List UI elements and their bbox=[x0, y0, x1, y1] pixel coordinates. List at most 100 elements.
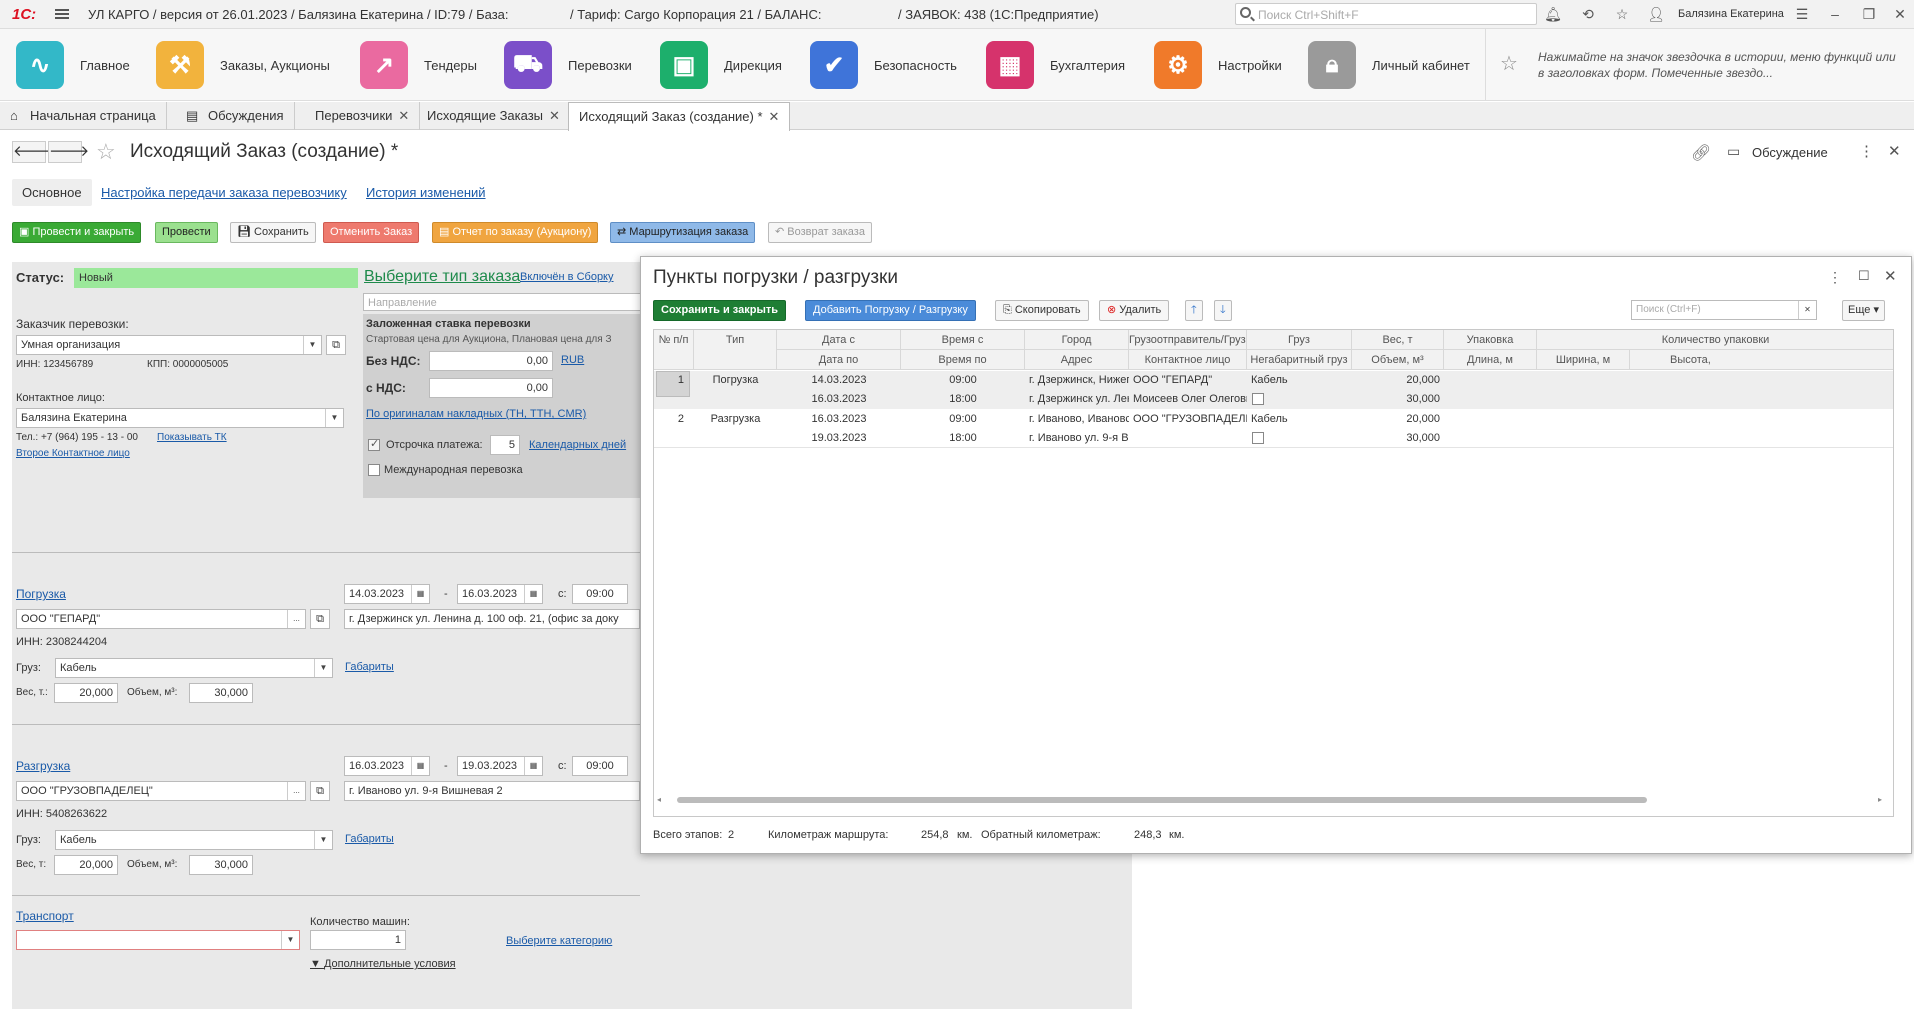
column-header[interactable]: Время по bbox=[901, 350, 1025, 370]
currency-link[interactable]: RUB bbox=[561, 354, 584, 366]
loading-address-input[interactable]: г. Дзержинск ул. Ленина д. 100 оф. 21, (… bbox=[344, 609, 640, 629]
column-header[interactable]: Ширина, м bbox=[1537, 350, 1630, 370]
included-link[interactable]: Включён в Сборку bbox=[520, 271, 614, 283]
column-header[interactable]: № п/п bbox=[654, 330, 694, 370]
history-icon[interactable]: ⟲ bbox=[1579, 5, 1597, 23]
calendar-icon[interactable]: ▦ bbox=[524, 585, 542, 603]
direction-input[interactable]: Направление bbox=[363, 293, 653, 311]
section-accounting[interactable]: ▦ Бухгалтерия bbox=[986, 37, 1125, 93]
no-vat-input[interactable]: 0,00 bbox=[429, 351, 553, 371]
main-menu-icon[interactable] bbox=[55, 7, 69, 21]
unloading-date-from[interactable]: 16.03.2023 ▦ bbox=[344, 756, 430, 776]
chevron-down-icon[interactable]: ▼ bbox=[325, 409, 343, 427]
close-tab-icon[interactable]: ✕ bbox=[398, 108, 409, 123]
chevron-down-icon[interactable]: ▼ bbox=[303, 336, 321, 354]
dimensions-link[interactable]: Габариты bbox=[345, 833, 394, 845]
loading-link[interactable]: Погрузка bbox=[16, 587, 66, 601]
section-security[interactable]: ✔ Безопасность bbox=[810, 37, 957, 93]
add-point-button[interactable]: Добавить Погрузку / Разгрузку bbox=[805, 300, 976, 321]
maximize-icon[interactable]: ☐ bbox=[1858, 268, 1870, 284]
column-header[interactable]: Адрес bbox=[1025, 350, 1129, 370]
column-header[interactable]: Количество упаковки bbox=[1537, 330, 1893, 350]
open-company-icon[interactable]: ⧉ bbox=[310, 781, 330, 801]
unloading-company-select[interactable]: ООО "ГРУЗОВПАДЕЛЕЦ"... bbox=[16, 781, 306, 801]
unloading-date-to[interactable]: 19.03.2023 ▦ bbox=[457, 756, 543, 776]
international-checkbox[interactable] bbox=[368, 464, 380, 476]
settings-lines-icon[interactable]: ☰ bbox=[1793, 5, 1811, 23]
unloading-address-input[interactable]: г. Иваново ул. 9-я Вишневая 2 bbox=[344, 781, 640, 801]
section-settings[interactable]: ⚙ Настройки bbox=[1154, 37, 1282, 93]
close-dialog-icon[interactable]: ✕ bbox=[1884, 267, 1897, 285]
chevron-down-icon[interactable]: ▼ bbox=[314, 659, 332, 677]
column-header[interactable]: Негабаритный груз bbox=[1247, 350, 1352, 370]
loading-volume-input[interactable]: 30,000 bbox=[189, 683, 253, 703]
tab-history[interactable]: История изменений bbox=[366, 185, 486, 200]
column-header[interactable]: Дата по bbox=[777, 350, 901, 370]
show-tk-link[interactable]: Показывать ТК bbox=[157, 432, 227, 443]
calendar-icon[interactable]: ▦ bbox=[411, 585, 429, 603]
post-and-close-button[interactable]: ▣ Провести и закрыть bbox=[12, 222, 142, 243]
transport-link[interactable]: Транспорт bbox=[16, 909, 74, 923]
calendar-icon[interactable]: ▦ bbox=[524, 757, 542, 775]
oversized-checkbox[interactable] bbox=[1252, 393, 1264, 405]
transport-select[interactable]: ▼ bbox=[16, 930, 300, 950]
dialog-search-input[interactable]: Поиск (Ctrl+F) ✕ bbox=[1631, 300, 1817, 320]
discussion-button[interactable]: Обсуждение bbox=[1752, 145, 1828, 160]
horizontal-scrollbar[interactable]: ◂ ▸ bbox=[653, 795, 1888, 805]
column-header[interactable]: Высота, bbox=[1630, 350, 1893, 370]
section-main[interactable]: ∿ Главное bbox=[16, 37, 130, 93]
originals-link[interactable]: По оригиналам накладных (ТН, ТТН, CMR) bbox=[366, 408, 586, 420]
column-header[interactable]: Дата с bbox=[777, 330, 901, 350]
save-and-close-button[interactable]: Сохранить и закрыть bbox=[653, 300, 786, 321]
loading-date-from[interactable]: 14.03.2023 ▦ bbox=[344, 584, 430, 604]
post-button[interactable]: Провести bbox=[155, 222, 218, 243]
contact-select[interactable]: Балязина Екатерина ▼ bbox=[16, 408, 344, 428]
unloading-cargo-select[interactable]: Кабель ▼ bbox=[55, 830, 333, 850]
move-down-button[interactable]: 🡓 bbox=[1214, 300, 1232, 321]
oversized-checkbox[interactable] bbox=[1252, 432, 1264, 444]
close-tab-icon[interactable]: ✕ bbox=[549, 108, 560, 123]
ellipsis-icon[interactable]: ... bbox=[287, 782, 305, 800]
order-report-button[interactable]: ▤ Отчет по заказу (Аукциону) bbox=[432, 222, 599, 243]
loading-weight-input[interactable]: 20,000 bbox=[54, 683, 118, 703]
choose-category-link[interactable]: Выберите категорию bbox=[506, 935, 612, 947]
section-orders[interactable]: ⚒ Заказы, Аукционы bbox=[156, 37, 330, 93]
calendar-days-link[interactable]: Календарных дней bbox=[529, 439, 626, 451]
section-cabinet[interactable]: 🔒︎ Личный кабинет bbox=[1308, 37, 1470, 93]
scroll-left-icon[interactable]: ◂ bbox=[657, 795, 661, 804]
tab-carriers[interactable]: Перевозчики ✕ bbox=[305, 102, 421, 130]
calendar-icon[interactable]: ▦ bbox=[411, 757, 429, 775]
loading-company-select[interactable]: ООО "ГЕПАРД"... bbox=[16, 609, 306, 629]
column-header[interactable]: Груз bbox=[1247, 330, 1352, 350]
more-menu-icon[interactable]: ⋮ bbox=[1859, 142, 1874, 160]
vat-input[interactable]: 0,00 bbox=[429, 378, 553, 398]
column-header[interactable]: Город bbox=[1025, 330, 1129, 350]
second-contact-link[interactable]: Второе Контактное лицо bbox=[16, 448, 130, 459]
open-company-icon[interactable]: ⧉ bbox=[310, 609, 330, 629]
unloading-time[interactable]: 09:00 bbox=[572, 756, 628, 776]
section-directorate[interactable]: ▣ Дирекция bbox=[660, 37, 782, 93]
route-order-button[interactable]: ⇄ Маршрутизация заказа bbox=[610, 222, 756, 243]
global-search-input[interactable]: Поиск Ctrl+Shift+F bbox=[1235, 3, 1537, 25]
column-header[interactable]: Тип bbox=[694, 330, 777, 370]
favorite-star-icon[interactable]: ☆ bbox=[96, 139, 116, 165]
customer-select[interactable]: Умная организация ▼ bbox=[16, 335, 322, 355]
move-up-button[interactable]: 🡑 bbox=[1185, 300, 1203, 321]
restore-icon[interactable]: ❐ bbox=[1860, 5, 1878, 23]
table-row[interactable]: 2 Разгрузка 16.03.2023 19.03.2023 09:00 … bbox=[654, 410, 1893, 448]
unloading-link[interactable]: Разгрузка bbox=[16, 759, 70, 773]
return-order-button[interactable]: ↶ Возврат заказа bbox=[768, 222, 872, 243]
scroll-right-icon[interactable]: ▸ bbox=[1878, 795, 1882, 804]
cancel-order-button[interactable]: Отменить Заказ bbox=[323, 222, 420, 243]
unloading-weight-input[interactable]: 20,000 bbox=[54, 855, 118, 875]
deferral-input[interactable]: 5 bbox=[490, 435, 520, 455]
clear-icon[interactable]: ✕ bbox=[1798, 301, 1816, 319]
section-transport[interactable]: ⛟ Перевозки bbox=[504, 37, 632, 93]
forward-button[interactable]: 🡒 bbox=[48, 141, 89, 163]
section-tenders[interactable]: ↗ Тендеры bbox=[360, 37, 477, 93]
save-button[interactable]: 💾︎ Сохранить bbox=[230, 222, 316, 243]
more-button[interactable]: Еще ▾ bbox=[1842, 300, 1885, 321]
unloading-volume-input[interactable]: 30,000 bbox=[189, 855, 253, 875]
chevron-down-icon[interactable]: ▼ bbox=[281, 931, 299, 949]
close-form-icon[interactable]: ✕ bbox=[1888, 142, 1901, 160]
